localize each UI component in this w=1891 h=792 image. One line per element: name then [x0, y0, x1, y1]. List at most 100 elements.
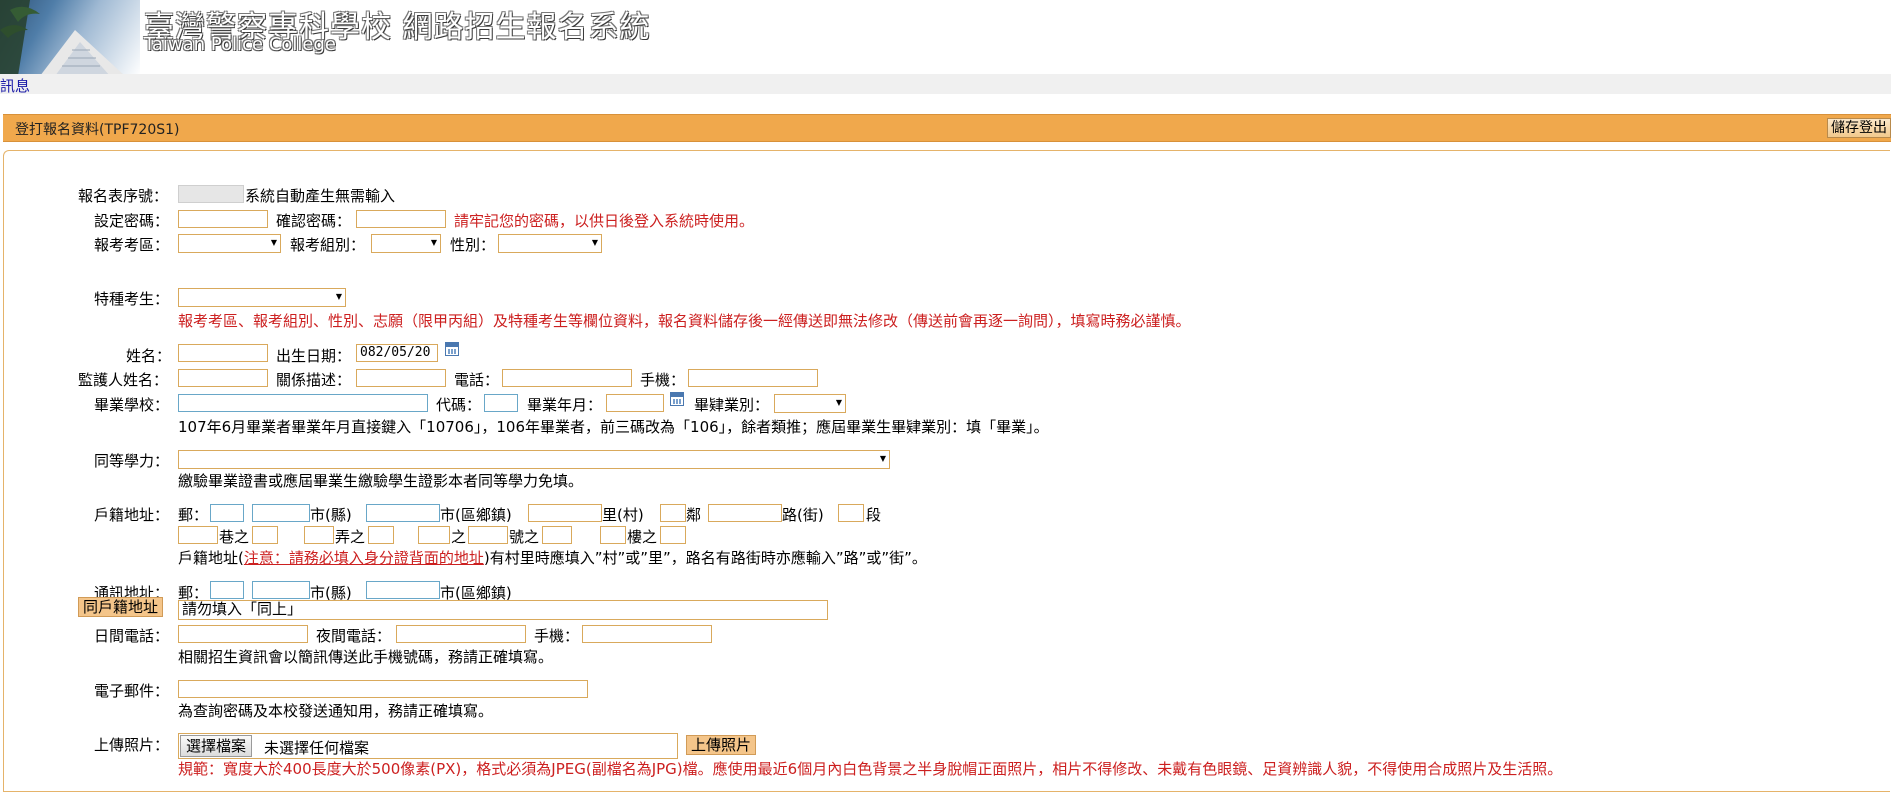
- equiv-note: 繳驗畢業證書或應屆畢業生繳驗學生證影本者同等學力免填。: [178, 472, 584, 490]
- email-label: 電子郵件：: [94, 682, 170, 700]
- household-zip-label: 郵：: [178, 506, 209, 524]
- household-lane-field[interactable]: [178, 526, 218, 544]
- household-city-field[interactable]: [252, 504, 310, 522]
- serial-field: [178, 185, 244, 203]
- household-neighbor-label: 鄰: [686, 506, 702, 524]
- birth-calendar-icon[interactable]: [445, 342, 459, 356]
- household-floor-field[interactable]: [600, 526, 626, 544]
- password-confirm-label: 確認密碼：: [276, 212, 352, 230]
- household-lane-sub-field[interactable]: [252, 526, 278, 544]
- night-phone-label: 夜間電話：: [316, 627, 392, 645]
- grad-type-select[interactable]: [774, 394, 846, 413]
- household-note-link: 注意：請務必填入身分證背面的地址: [243, 549, 484, 567]
- photo-note: 規範：寬度大於400長度大於500像素(PX)，格式必須為JPEG(副檔名為JP…: [178, 760, 1563, 778]
- household-road-field[interactable]: [708, 504, 782, 522]
- mail-zip-field[interactable]: [210, 581, 244, 599]
- guardian-label: 監護人姓名：: [78, 371, 169, 389]
- mobile-label: 手機：: [534, 627, 580, 645]
- household-lane-label: 巷之: [219, 528, 250, 546]
- password-field[interactable]: [178, 210, 268, 228]
- household-road-label: 路(街): [782, 506, 824, 524]
- birth-label: 出生日期：: [276, 347, 352, 365]
- grad-ym-field[interactable]: [606, 394, 664, 412]
- school-label: 畢業學校：: [94, 396, 170, 414]
- school-code-field[interactable]: [484, 394, 518, 412]
- household-zhi-label: 之: [451, 528, 467, 546]
- household-zip-field[interactable]: [210, 504, 244, 522]
- guardian-mobile-field[interactable]: [688, 369, 818, 387]
- special-label: 特種考生：: [94, 290, 170, 308]
- phone-note: 相關招生資訊會以簡訊傳送此手機號碼，務請正確填寫。: [178, 648, 554, 666]
- file-input[interactable]: [178, 733, 678, 759]
- school-field[interactable]: [178, 394, 428, 412]
- household-zhi-field[interactable]: [418, 526, 450, 544]
- grad-ym-label: 畢業年月：: [527, 396, 603, 414]
- choose-file-button[interactable]: 選擇檔案: [180, 735, 253, 757]
- equiv-select[interactable]: [178, 450, 890, 469]
- same-as-household-button[interactable]: 同戶籍地址: [78, 597, 164, 617]
- gender-label: 性別：: [450, 236, 496, 254]
- group-select[interactable]: [371, 234, 441, 253]
- household-number-label: 號之: [509, 528, 540, 546]
- school-code-label: 代碼：: [436, 396, 482, 414]
- equiv-label: 同等學力：: [94, 452, 170, 470]
- guardian-phone-field[interactable]: [502, 369, 632, 387]
- guardian-mobile-label: 手機：: [640, 371, 686, 389]
- household-city-label: 市(縣): [310, 506, 352, 524]
- household-number-sub-field[interactable]: [542, 526, 572, 544]
- name-field[interactable]: [178, 344, 268, 362]
- mobile-field[interactable]: [582, 625, 712, 643]
- system-subtitle: Taiwan Police College: [144, 34, 337, 55]
- special-select[interactable]: [178, 288, 346, 307]
- serial-label: 報名表序號：: [78, 187, 169, 205]
- message-bar: 訊息: [0, 74, 1891, 96]
- household-village-label: 里(村): [602, 506, 644, 524]
- file-status-text: 未選擇任何檔案: [264, 739, 370, 757]
- relation-field[interactable]: [356, 369, 446, 387]
- guardian-phone-label: 電話：: [454, 371, 500, 389]
- mail-district-field[interactable]: [366, 581, 440, 599]
- grad-type-label: 畢肄業別：: [694, 396, 770, 414]
- household-neighbor-field[interactable]: [660, 504, 686, 522]
- birth-date-field[interactable]: 082/05/20: [356, 344, 438, 362]
- section-title: 登打報名資料(TPF720S1): [15, 122, 180, 138]
- household-alley-label: 弄之: [335, 528, 366, 546]
- household-alley-field[interactable]: [304, 526, 334, 544]
- email-field[interactable]: [178, 680, 588, 698]
- household-note: 戶籍地址(注意：請務必填入身分證背面的地址)有村里時應填入”村”或”里”，路名有…: [178, 549, 927, 567]
- upload-photo-button[interactable]: 上傳照片: [686, 735, 757, 755]
- messages-link[interactable]: 訊息: [0, 75, 30, 96]
- household-village-field[interactable]: [528, 504, 602, 522]
- password-confirm-field[interactable]: [356, 210, 446, 228]
- day-phone-field[interactable]: [178, 625, 308, 643]
- guardian-name-field[interactable]: [178, 369, 268, 387]
- household-floor-label: 樓之: [627, 528, 658, 546]
- household-district-field[interactable]: [366, 504, 440, 522]
- password-note: 請牢記您的密碼，以供日後登入系統時使用。: [454, 212, 755, 230]
- mail-city-field[interactable]: [252, 581, 310, 599]
- household-address-label: 戶籍地址：: [94, 506, 170, 524]
- region-select[interactable]: [178, 234, 281, 253]
- group-label: 報考組別：: [290, 236, 366, 254]
- grad-note: 107年6月畢業者畢業年月直接鍵入「10706」，106年畢業者，前三碼改為「1…: [178, 418, 1049, 436]
- relation-label: 關係描述：: [276, 371, 352, 389]
- photo-label: 上傳照片：: [94, 736, 170, 754]
- gender-select[interactable]: [498, 234, 602, 253]
- household-district-label: 市(區鄉鎮): [440, 506, 512, 524]
- name-label: 姓名：: [126, 347, 172, 365]
- mail-detail-field[interactable]: 請勿填入「同上」: [178, 600, 828, 620]
- household-floor-sub-field[interactable]: [660, 526, 686, 544]
- day-phone-label: 日間電話：: [94, 627, 170, 645]
- night-phone-field[interactable]: [396, 625, 526, 643]
- serial-note: 系統自動產生無需輸入: [245, 187, 396, 205]
- college-building-image: [0, 0, 140, 76]
- household-section-label: 段: [866, 506, 882, 524]
- password-label: 設定密碼：: [94, 212, 170, 230]
- grad-calendar-icon[interactable]: [670, 392, 684, 406]
- email-note: 為查詢密碼及本校發送通知用，務請正確填寫。: [178, 702, 494, 720]
- household-number-field[interactable]: [468, 526, 508, 544]
- household-section-field[interactable]: [838, 504, 864, 522]
- special-note: 報考考區、報考組別、性別、志願（限甲丙組）及特種考生等欄位資料，報名資料儲存後一…: [178, 312, 1191, 330]
- household-alley-sub-field[interactable]: [368, 526, 394, 544]
- save-logout-button[interactable]: 儲存登出: [1827, 118, 1891, 138]
